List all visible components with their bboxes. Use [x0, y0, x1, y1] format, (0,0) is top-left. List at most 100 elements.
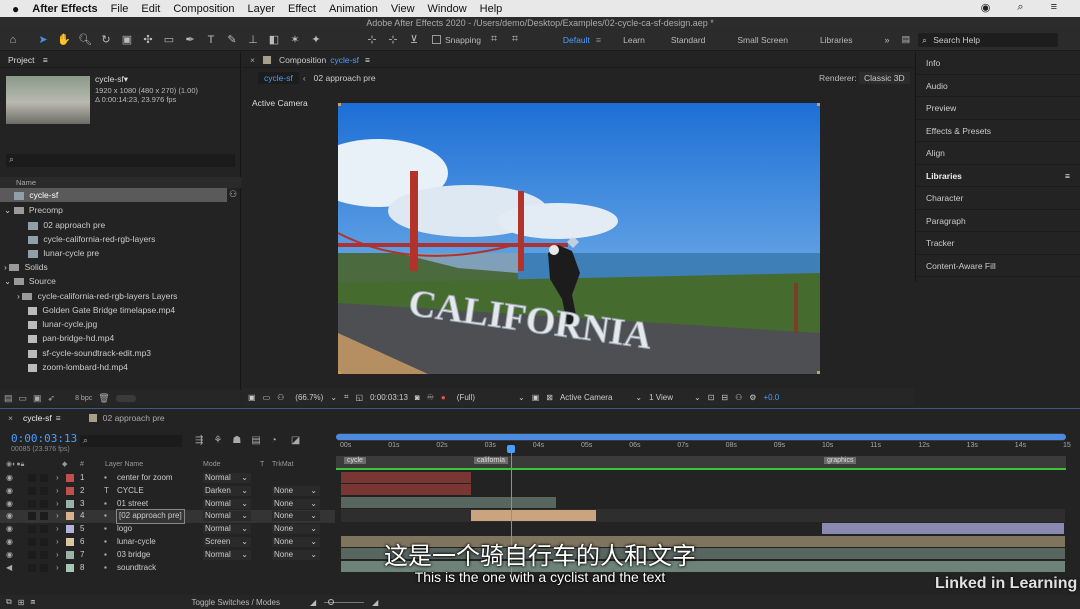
home-icon[interactable]: ⌂ [5, 32, 21, 48]
layer-row[interactable]: ◉ › 5 ▪ logo Normal ⌄ None ⌄ [0, 523, 335, 536]
label-color-swatch[interactable] [66, 474, 74, 482]
layer-name[interactable]: logo [117, 523, 132, 536]
timeline-current-time[interactable]: 0:00:03:13 [11, 432, 77, 445]
label-color-swatch[interactable] [66, 525, 74, 534]
panel-effects-presets[interactable]: Effects & Presets [916, 120, 1080, 142]
layer-switches-icon[interactable]: ⧉ [6, 597, 12, 607]
zoom-in-icon[interactable]: ◢ [372, 598, 378, 607]
roto-brush-icon[interactable]: ✶ [287, 32, 303, 48]
menu-window[interactable]: Window [428, 3, 467, 15]
color-channel-icon[interactable]: ● [441, 393, 446, 402]
trkmat-select[interactable]: None ⌄ [272, 511, 320, 522]
work-area-range[interactable] [336, 434, 1066, 440]
flowchart-icon[interactable]: ⚇ [229, 189, 237, 200]
label-icon[interactable]: ◆ [62, 459, 67, 470]
mask-visibility-icon[interactable]: ⚇ [277, 393, 284, 402]
column-trkmat[interactable]: TrkMat [272, 459, 294, 470]
zoom-select[interactable]: (66.7%) [295, 393, 323, 402]
panel-align[interactable]: Align [916, 142, 1080, 165]
panel-menu-icon[interactable]: ≡ [43, 55, 48, 65]
timeline-tab-cycle-sf[interactable]: cycle-sf [23, 413, 52, 423]
label-color-swatch[interactable] [66, 499, 74, 508]
world-axis-icon[interactable]: ⊹ [385, 32, 401, 48]
project-item-pan-bridge[interactable]: pan-bridge-hd.mp4 [0, 331, 114, 345]
marker-california[interactable]: california [474, 457, 509, 464]
composition-tab-name[interactable]: cycle-sf [330, 52, 359, 68]
blend-mode-select[interactable]: Normal ⌄ [203, 524, 251, 535]
workspace-standard[interactable]: Standard [671, 35, 706, 45]
chevron-down-icon[interactable]: ⌄ [330, 393, 337, 402]
project-item-soundtrack[interactable]: sf-cycle-soundtrack-edit.mp3 [0, 346, 151, 360]
chevron-down-icon[interactable]: ⌄ [518, 393, 525, 402]
draft-3d-icon[interactable]: ⚘ [213, 435, 222, 446]
zoom-out-icon[interactable]: ◢ [310, 598, 316, 607]
solo-switch[interactable] [28, 499, 36, 508]
apple-icon[interactable]: ● [12, 2, 19, 16]
project-item-lunar-cycle-jpg[interactable]: lunar-cycle.jpg [0, 317, 97, 331]
lock-switch[interactable] [40, 499, 48, 508]
project-folder-layers[interactable]: › cycle-california-red-rgb-layers Layers [0, 289, 177, 303]
lock-switch[interactable] [40, 525, 48, 534]
layer-name[interactable]: CYCLE [117, 485, 144, 498]
expand-arrow-icon[interactable]: › [56, 498, 59, 511]
breadcrumb-02-approach[interactable]: 02 approach pre [314, 73, 376, 83]
snapping-checkbox[interactable] [432, 35, 441, 44]
label-color-swatch[interactable] [66, 512, 74, 521]
layer-row[interactable]: ◉ › 4 ▪ [02 approach pre] Normal ⌄ None ⌄ [0, 509, 335, 525]
layer-bar-5[interactable] [822, 523, 1064, 534]
panel-content-aware-fill[interactable]: Content-Aware Fill [916, 255, 1080, 277]
app-menu[interactable]: After Effects [32, 3, 97, 15]
visibility-eye-icon[interactable]: ◉ [6, 510, 13, 523]
new-comp-icon[interactable]: ▣ [33, 393, 42, 404]
project-item-zoom-lombard[interactable]: zoom-lombard-hd.mp4 [0, 360, 128, 374]
panel-character[interactable]: Character [916, 187, 1080, 210]
workspace-menu-icon[interactable]: ≡ [596, 35, 601, 45]
workspace-small-screen[interactable]: Small Screen [737, 35, 788, 45]
project-search-input[interactable]: ⌕ [6, 154, 235, 167]
motion-blur-icon[interactable]: ◔ [271, 435, 277, 446]
project-folder-solids[interactable]: › Solids [0, 260, 48, 274]
slider-knob[interactable] [328, 598, 335, 605]
layer-name[interactable]: 01 street [117, 498, 148, 511]
expand-arrow-icon[interactable]: › [56, 472, 59, 485]
selection-tool-icon[interactable]: ➤ [35, 32, 51, 48]
project-item-golden-gate[interactable]: Golden Gate Bridge timelapse.mp4 [0, 303, 175, 317]
workspace-learn[interactable]: Learn [623, 35, 645, 45]
visibility-eye-icon[interactable]: ◉ [6, 485, 13, 498]
eraser-tool-icon[interactable]: ◧ [266, 32, 282, 48]
project-column-name[interactable]: Name [0, 177, 241, 188]
new-folder-icon[interactable]: ▭ [19, 393, 28, 404]
puppet-tool-icon[interactable]: ✦ [308, 32, 324, 48]
layer-handle[interactable] [338, 103, 341, 106]
menu-edit[interactable]: Edit [141, 3, 160, 15]
search-help-field[interactable]: ⌕ Search Help [918, 32, 1059, 47]
reset-exposure-icon[interactable]: ⊟ [721, 393, 728, 402]
snapshot-icon[interactable]: ◙ [415, 393, 420, 402]
breadcrumb-cycle-sf[interactable]: cycle-sf [258, 72, 299, 84]
folder-collapse-icon[interactable]: › [4, 262, 7, 272]
blend-mode-select[interactable]: Normal ⌄ [203, 498, 251, 509]
blend-mode-select[interactable]: Darken ⌄ [203, 485, 251, 496]
project-folder-precomp[interactable]: ⌄ Precomp [0, 203, 63, 217]
pan-behind-icon[interactable]: ✣ [140, 32, 156, 48]
bit-depth-button[interactable]: 8 bpc [75, 395, 92, 402]
menu-animation[interactable]: Animation [329, 3, 378, 15]
transparency-grid-icon[interactable]: ⊠ [546, 393, 553, 402]
local-axis-icon[interactable]: ⊹ [364, 32, 380, 48]
project-item-lunar-cycle-pre[interactable]: lunar-cycle pre [0, 246, 99, 260]
lock-switch[interactable] [40, 486, 48, 495]
panel-menu-icon[interactable]: ≡ [56, 413, 61, 423]
control-center-icon[interactable]: ≡ [1051, 1, 1057, 14]
frame-blending-icon[interactable]: ▤ [251, 435, 260, 446]
menu-help[interactable]: Help [480, 3, 503, 15]
view-layout-select[interactable]: 1 View [649, 393, 673, 402]
lock-switch[interactable] [40, 512, 48, 521]
creative-cloud-icon[interactable]: ◉ [981, 1, 991, 14]
workspace-default[interactable]: Default [563, 35, 590, 45]
marker-cycle[interactable]: cycle [344, 457, 366, 464]
work-area-bar[interactable] [336, 433, 1066, 441]
layer-name[interactable]: [02 approach pre] [116, 509, 185, 525]
always-preview-icon[interactable]: ▣ [248, 393, 256, 402]
composition-viewer[interactable]: CALIFORNIA [338, 103, 820, 374]
av-features-icon[interactable]: ◉◐●🔒︎ [6, 459, 24, 470]
